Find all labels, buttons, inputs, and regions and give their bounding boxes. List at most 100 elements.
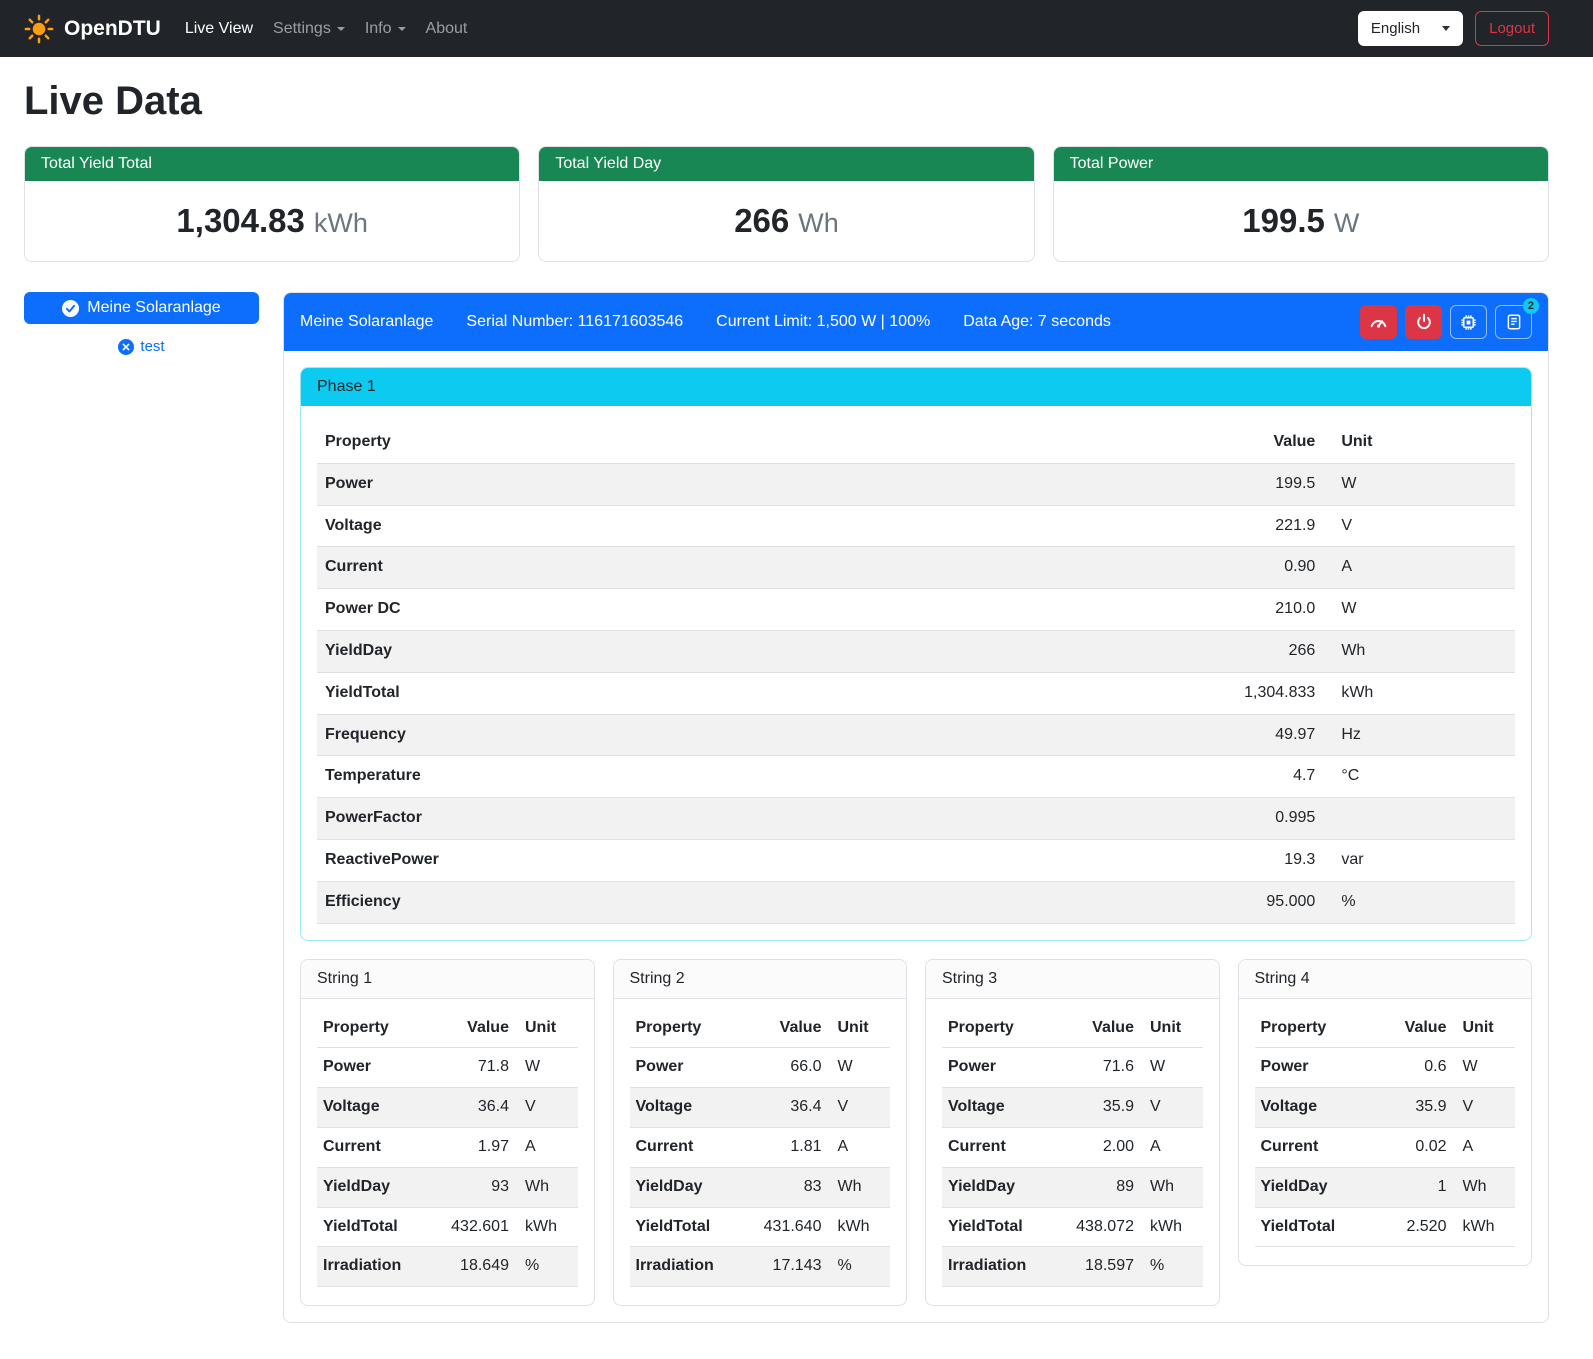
table-row: Voltage221.9V [317, 505, 1515, 547]
table-row: Power71.8W [317, 1048, 578, 1088]
card-title: Total Yield Day [539, 147, 1033, 181]
col-value: Value [1084, 422, 1324, 463]
inverter-data-age: Data Age: 7 seconds [963, 313, 1111, 331]
string-card-body: Property Value Unit Power0.6WVoltage35.9… [1239, 999, 1532, 1266]
string-card-body: Property Value Unit Power66.0WVoltage36.… [614, 999, 907, 1306]
value-cell: 2.520 [1377, 1207, 1453, 1247]
phase-table: Property Value Unit Power199.5WVoltage22… [317, 422, 1515, 924]
card-title: Total Power [1054, 147, 1548, 181]
card-body: 1,304.83kWh [25, 181, 519, 261]
unit-cell: V [1140, 1088, 1203, 1128]
nav-settings[interactable]: Settings [263, 12, 355, 46]
table-row: Power0.6W [1255, 1048, 1516, 1088]
col-value: Value [1377, 1009, 1453, 1048]
value-cell: 89 [1054, 1167, 1140, 1207]
sidebar-item-meine-solaranlage[interactable]: Meine Solaranlage [24, 292, 259, 324]
string-table: Property Value Unit Power0.6WVoltage35.9… [1255, 1009, 1516, 1248]
card-total-power: Total Power 199.5W [1053, 146, 1549, 262]
col-property: Property [1255, 1009, 1377, 1048]
logout-button[interactable]: Logout [1475, 11, 1549, 46]
card-body: 199.5W [1054, 181, 1548, 261]
property-cell: Voltage [1255, 1088, 1377, 1128]
table-row: Current2.00A [942, 1127, 1203, 1167]
total-yield-day-value: 266 [734, 202, 789, 239]
table-row: YieldDay89Wh [942, 1167, 1203, 1207]
limit-settings-button[interactable] [1360, 305, 1397, 339]
string-card-body: Property Value Unit Power71.6WVoltage35.… [926, 999, 1219, 1306]
table-row: Irradiation18.597% [942, 1247, 1203, 1287]
sidebar-item-label: Meine Solaranlage [87, 299, 220, 317]
unit-cell [1323, 798, 1515, 840]
string-table: Property Value Unit Power71.6WVoltage35.… [942, 1009, 1203, 1288]
table-row: Voltage35.9V [942, 1088, 1203, 1128]
table-row: Power DC210.0W [317, 589, 1515, 631]
speedometer-icon [1369, 313, 1388, 332]
value-cell: 266 [1084, 630, 1324, 672]
value-cell: 83 [741, 1167, 827, 1207]
unit-cell: °C [1323, 756, 1515, 798]
unit-cell: Wh [1452, 1167, 1515, 1207]
event-count-badge: 2 [1523, 298, 1539, 314]
property-cell: YieldTotal [1255, 1207, 1377, 1247]
unit-cell: kWh [515, 1207, 578, 1247]
value-cell: 210.0 [1084, 589, 1324, 631]
power-toggle-button[interactable] [1405, 305, 1442, 339]
nav-info-label: Info [365, 20, 392, 38]
string-card-title: String 4 [1239, 960, 1532, 999]
unit-cell: Wh [1323, 630, 1515, 672]
table-row: YieldDay83Wh [630, 1167, 891, 1207]
brand[interactable]: OpenDTU [24, 14, 161, 44]
unit-cell: A [515, 1127, 578, 1167]
cpu-icon [1459, 313, 1478, 332]
table-row: YieldTotal432.601kWh [317, 1207, 578, 1247]
strings-row: String 1 Property Value Unit Power71.8WV… [300, 959, 1532, 1307]
nav-info[interactable]: Info [355, 12, 416, 46]
table-row: Current1.81A [630, 1127, 891, 1167]
device-info-button[interactable] [1450, 305, 1487, 339]
chevron-down-icon [337, 27, 345, 31]
value-cell: 432.601 [429, 1207, 515, 1247]
property-cell: YieldDay [630, 1167, 742, 1207]
col-unit: Unit [1323, 422, 1515, 463]
value-cell: 1,304.833 [1084, 672, 1324, 714]
value-cell: 18.597 [1054, 1247, 1140, 1287]
unit-cell: V [827, 1088, 890, 1128]
language-select[interactable]: English [1358, 11, 1463, 46]
property-cell: Irradiation [630, 1247, 742, 1287]
col-value: Value [741, 1009, 827, 1048]
event-log-button[interactable]: 2 [1495, 305, 1532, 339]
table-row: PowerFactor0.995 [317, 798, 1515, 840]
value-cell: 0.995 [1084, 798, 1324, 840]
string-card-title: String 2 [614, 960, 907, 999]
summary-row: Total Yield Total 1,304.83kWh Total Yiel… [24, 146, 1549, 262]
inverter-name: Meine Solaranlage [300, 313, 433, 331]
sidebar-item-test[interactable]: test [24, 338, 259, 355]
property-cell: Voltage [942, 1088, 1054, 1128]
value-cell: 431.640 [741, 1207, 827, 1247]
table-row: Current1.97A [317, 1127, 578, 1167]
value-cell: 93 [429, 1167, 515, 1207]
value-cell: 71.6 [1054, 1048, 1140, 1088]
col-value: Value [1054, 1009, 1140, 1048]
property-cell: Current [1255, 1127, 1377, 1167]
value-cell: 35.9 [1054, 1088, 1140, 1128]
nav-about[interactable]: About [416, 12, 478, 46]
value-cell: 66.0 [741, 1048, 827, 1088]
x-circle-icon [118, 339, 134, 355]
property-cell: YieldTotal [942, 1207, 1054, 1247]
phase-card: Phase 1 Property Value Unit Power199.5WV… [300, 367, 1532, 941]
value-cell: 199.5 [1084, 463, 1324, 505]
table-row: YieldDay1Wh [1255, 1167, 1516, 1207]
table-row: YieldTotal431.640kWh [630, 1207, 891, 1247]
property-cell: YieldDay [942, 1167, 1054, 1207]
property-cell: Power [317, 463, 1084, 505]
value-cell: 35.9 [1377, 1088, 1453, 1128]
unit-cell: Wh [827, 1167, 890, 1207]
unit-cell: Hz [1323, 714, 1515, 756]
unit-cell: V [1323, 505, 1515, 547]
table-row: Efficiency95.000% [317, 881, 1515, 923]
nav-live-view[interactable]: Live View [175, 12, 263, 46]
property-cell: YieldDay [317, 630, 1084, 672]
card-total-yield-day: Total Yield Day 266Wh [538, 146, 1034, 262]
value-cell: 49.97 [1084, 714, 1324, 756]
